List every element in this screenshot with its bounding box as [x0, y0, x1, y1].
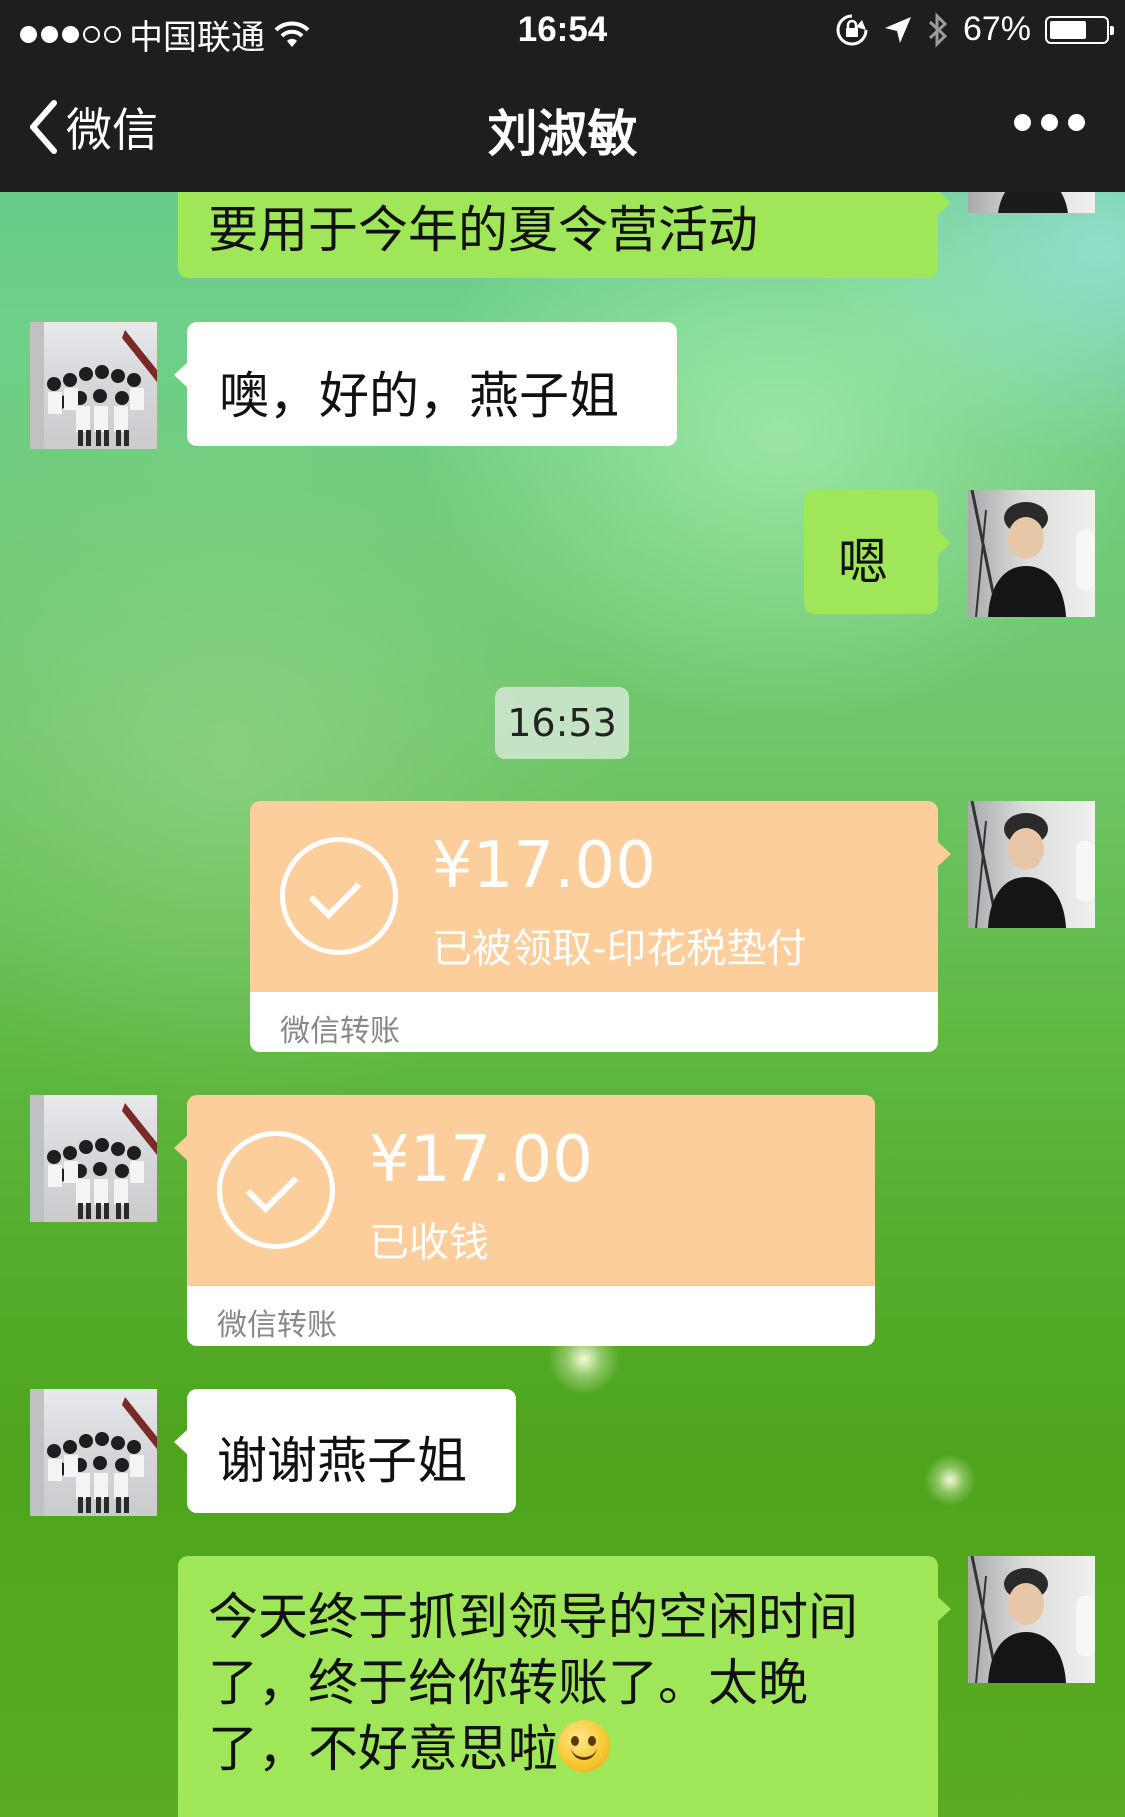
message-text: 谢谢燕子姐: [217, 1432, 467, 1490]
more-dot: [1014, 114, 1031, 131]
transfer-card-body: ¥17.00 已被领取-印花税垫付: [250, 801, 951, 992]
nav-bar: 微信 刘淑敏: [0, 64, 1125, 192]
transfer-amount: ¥17.00: [369, 1123, 593, 1197]
status-indicators: 67%: [835, 10, 1114, 49]
location-arrow-icon: [884, 16, 911, 43]
transfer-footer-label: 微信转账: [217, 1308, 337, 1343]
message-bubble-incoming[interactable]: 谢谢燕子姐: [174, 1389, 516, 1513]
status-bar: 中国联通 16:54 67%: [0, 0, 1125, 64]
transfer-status: 已被领取-印花税垫付: [432, 926, 807, 972]
my-avatar[interactable]: [968, 490, 1095, 617]
transfer-card-footer: 微信转账: [250, 992, 938, 1052]
my-avatar[interactable]: [968, 1556, 1095, 1683]
message-text: 嗯: [838, 533, 888, 591]
message-line: 了，终于给你转账了。太晚: [208, 1654, 808, 1712]
bluetooth-icon: [928, 11, 948, 48]
smile-emoji-icon: [558, 1720, 610, 1772]
message-bubble-outgoing[interactable]: 今天终于抓到领导的空闲时间 了，终于给你转账了。太晚 了，不好意思啦: [178, 1556, 951, 1817]
contact-avatar[interactable]: [30, 322, 157, 449]
more-options-button[interactable]: [1014, 114, 1085, 131]
more-dot: [1041, 114, 1058, 131]
message-line-text: 了，不好意思啦: [208, 1720, 558, 1778]
message-text: 噢，好的，燕子姐: [219, 367, 619, 425]
message-line: 了，不好意思啦: [208, 1716, 908, 1782]
message-bubble-outgoing[interactable]: 嗯: [804, 490, 951, 614]
check-circle-icon: [217, 1131, 335, 1249]
battery-percent: 67%: [962, 10, 1031, 48]
transfer-card-body: ¥17.00 已收钱: [174, 1095, 875, 1286]
message-bubble-incoming[interactable]: 噢，好的，燕子姐: [174, 322, 677, 446]
transfer-footer-label: 微信转账: [280, 1014, 400, 1049]
transfer-card-footer: 微信转账: [187, 1286, 875, 1346]
transfer-card-incoming[interactable]: ¥17.00 已收钱 微信转账: [174, 1095, 875, 1346]
transfer-card-outgoing[interactable]: ¥17.00 已被领取-印花税垫付 微信转账: [250, 801, 951, 1052]
chat-title: 刘淑敏: [487, 105, 638, 163]
message-text: 要用于今年的夏令营活动: [208, 201, 758, 259]
chat-screen: 要用于今年的夏令营活动 噢，好的，燕子姐 嗯 16:53 ¥17.00 已被领取…: [0, 0, 1125, 1817]
my-avatar[interactable]: [968, 801, 1095, 928]
contact-avatar[interactable]: [30, 1389, 157, 1516]
chat-timestamp: 16:53: [495, 687, 629, 759]
transfer-status: 已收钱: [369, 1220, 489, 1266]
background-glow: [924, 1454, 976, 1506]
contact-avatar[interactable]: [30, 1095, 157, 1222]
message-line: 今天终于抓到领导的空闲时间: [208, 1588, 858, 1646]
rotation-lock-icon: [836, 14, 868, 45]
transfer-amount: ¥17.00: [432, 829, 656, 903]
more-dot: [1068, 114, 1085, 131]
check-circle-icon: [280, 837, 398, 955]
battery-icon: [1045, 15, 1114, 44]
